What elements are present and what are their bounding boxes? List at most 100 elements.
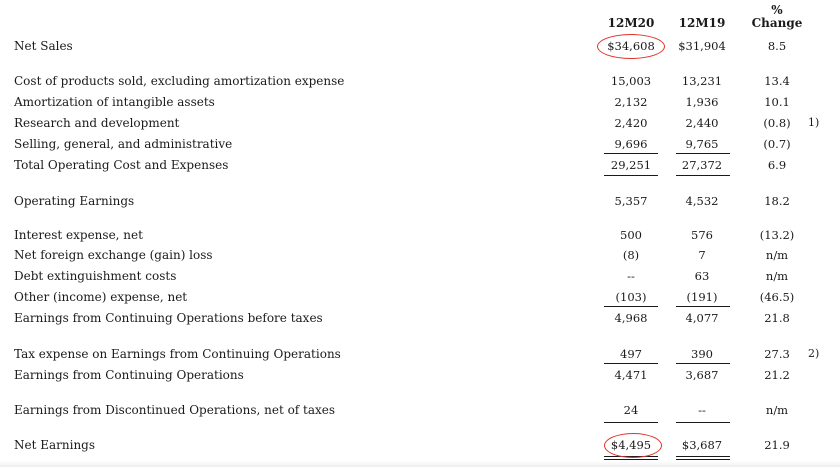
row-label: Earnings from Discontinued Operations, n… <box>14 403 336 417</box>
subtotal-rule <box>676 306 730 307</box>
annotation-circle-net-earnings <box>604 433 662 458</box>
value-12m19: 27,372 <box>681 158 723 172</box>
header-change-label: Change <box>751 16 803 30</box>
value-percent-change: 8.5 <box>767 39 787 53</box>
subtotal-rule <box>604 363 658 364</box>
value-12m20: 5,357 <box>614 194 648 208</box>
value-percent-change: 21.2 <box>764 368 790 382</box>
row-label: Net Earnings <box>14 438 96 452</box>
value-12m19: -- <box>698 403 706 417</box>
total-rule <box>604 175 658 176</box>
value-12m19: 4,532 <box>685 194 719 208</box>
value-12m19: 13,231 <box>681 74 723 88</box>
value-12m20: -- <box>627 269 635 283</box>
value-percent-change: 6.9 <box>767 158 787 172</box>
row-label: Net Sales <box>14 39 73 53</box>
value-12m20: 9,696 <box>614 137 648 151</box>
double-rule <box>676 456 730 457</box>
value-12m20: 29,251 <box>610 158 652 172</box>
value-percent-change: n/m <box>765 269 789 283</box>
row-label: Amortization of intangible assets <box>14 95 215 109</box>
value-percent-change: n/m <box>765 403 789 417</box>
value-12m19: 3,687 <box>685 368 719 382</box>
footnote-marker: 1) <box>808 116 820 129</box>
row-label: Operating Earnings <box>14 194 135 208</box>
table-row-other-expense: Other (income) expense, net (103) (191) … <box>0 288 840 306</box>
subtotal-rule <box>604 153 658 154</box>
value-percent-change: 21.9 <box>764 438 790 452</box>
table-row-fx: Net foreign exchange (gain) loss (8) 7 n… <box>0 246 840 264</box>
table-row-interest-expense: Interest expense, net 500 576 (13.2) <box>0 226 840 244</box>
value-12m19: 390 <box>691 347 713 361</box>
value-12m20: (103) <box>615 290 647 304</box>
value-percent-change: 13.4 <box>764 74 790 88</box>
row-label: Total Operating Cost and Expenses <box>14 158 229 172</box>
value-12m20: 2,132 <box>614 95 648 109</box>
table-row-earnings-before-taxes: Earnings from Continuing Operations befo… <box>0 309 840 327</box>
subtotal-rule <box>604 306 658 307</box>
table-row-sga: Selling, general, and administrative 9,6… <box>0 135 840 153</box>
header-12m19: 12M19 <box>678 16 726 30</box>
value-percent-change: 10.1 <box>764 95 790 109</box>
value-percent-change: (13.2) <box>759 228 795 242</box>
table-row-cost-of-products: Cost of products sold, excluding amortiz… <box>0 72 840 90</box>
row-label: Research and development <box>14 116 180 130</box>
value-12m20: 497 <box>620 347 642 361</box>
value-percent-change: 21.8 <box>764 311 790 325</box>
row-label: Earnings from Continuing Operations befo… <box>14 311 323 325</box>
table-row-total-operating-cost: Total Operating Cost and Expenses 29,251… <box>0 156 840 174</box>
value-percent-change: 27.3 <box>764 347 790 361</box>
row-label: Other (income) expense, net <box>14 290 188 304</box>
subtotal-rule <box>676 153 730 154</box>
row-label: Net foreign exchange (gain) loss <box>14 248 213 262</box>
value-12m19: $3,687 <box>681 438 723 452</box>
annotation-circle-net-sales <box>597 34 665 59</box>
value-12m20: (8) <box>622 248 640 262</box>
value-12m19: 7 <box>698 248 706 262</box>
row-label: Selling, general, and administrative <box>14 137 233 151</box>
value-12m19: $31,904 <box>678 39 726 53</box>
double-rule <box>676 459 730 460</box>
table-row-continuing-operations: Earnings from Continuing Operations 4,47… <box>0 366 840 384</box>
bottom-edge <box>0 461 840 467</box>
value-12m19: 63 <box>694 269 710 283</box>
table-row-net-sales: Net Sales $34,608 $31,904 8.5 <box>0 37 840 55</box>
value-12m20: 500 <box>620 228 642 242</box>
value-12m20: 4,471 <box>614 368 648 382</box>
subtotal-rule <box>676 422 730 423</box>
row-label: Tax expense on Earnings from Continuing … <box>14 347 341 361</box>
value-12m19: (191) <box>686 290 718 304</box>
row-label: Cost of products sold, excluding amortiz… <box>14 74 345 88</box>
value-percent-change: (0.8) <box>763 116 791 130</box>
value-12m19: 4,077 <box>685 311 719 325</box>
value-12m19: 9,765 <box>685 137 719 151</box>
value-12m19: 1,936 <box>685 95 719 109</box>
table-row-debt-extinguishment: Debt extinguishment costs -- 63 n/m <box>0 267 840 285</box>
table-row-operating-earnings: Operating Earnings 5,357 4,532 18.2 <box>0 192 840 210</box>
row-label: Earnings from Continuing Operations <box>14 368 244 382</box>
subtotal-rule <box>676 363 730 364</box>
value-12m20: 2,420 <box>614 116 648 130</box>
value-12m19: 576 <box>691 228 713 242</box>
value-percent-change: 18.2 <box>764 194 790 208</box>
value-12m20: 4,968 <box>614 311 648 325</box>
value-12m19: 2,440 <box>685 116 719 130</box>
value-percent-change: (46.5) <box>759 290 795 304</box>
table-row-tax-expense: Tax expense on Earnings from Continuing … <box>0 345 840 363</box>
table-row-net-earnings: Net Earnings $4,495 $3,687 21.9 <box>0 436 840 454</box>
value-12m20: 24 <box>623 403 639 417</box>
table-row-amortization: Amortization of intangible assets 2,132 … <box>0 93 840 111</box>
header-12m20: 12M20 <box>607 16 655 30</box>
subtotal-rule <box>604 422 658 423</box>
footnote-marker: 2) <box>808 347 820 360</box>
value-percent-change: (0.7) <box>763 137 791 151</box>
table-row-discontinued-operations: Earnings from Discontinued Operations, n… <box>0 401 840 419</box>
value-percent-change: n/m <box>765 248 789 262</box>
row-label: Interest expense, net <box>14 228 143 242</box>
row-label: Debt extinguishment costs <box>14 269 177 283</box>
total-rule <box>676 175 730 176</box>
table-row-research-development: Research and development 2,420 2,440 (0.… <box>0 114 840 132</box>
header-percent-change: % Change <box>740 4 814 30</box>
value-12m20: 15,003 <box>610 74 652 88</box>
double-rule <box>604 459 658 460</box>
